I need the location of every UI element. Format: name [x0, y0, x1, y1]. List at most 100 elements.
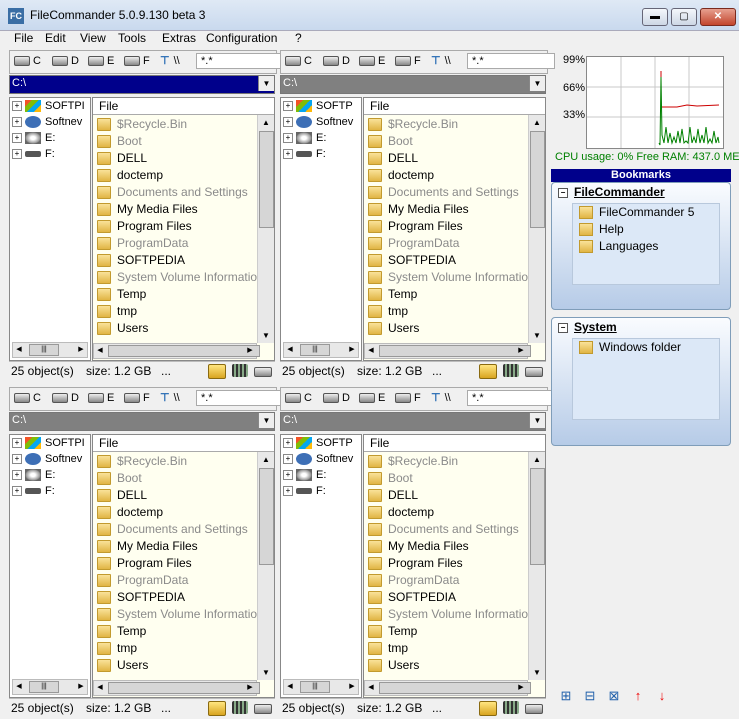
- file-row[interactable]: $Recycle.Bin: [368, 453, 458, 470]
- scroll-right-icon[interactable]: ▶: [75, 343, 87, 357]
- file-row[interactable]: SOFTPEDIA: [97, 589, 185, 606]
- drive-e-button[interactable]: E: [88, 391, 114, 405]
- file-row[interactable]: ProgramData: [368, 572, 459, 589]
- arrow-down-icon[interactable]: ↓: [654, 688, 670, 704]
- scroll-left-icon[interactable]: ◀: [284, 680, 296, 694]
- scroll-right-icon[interactable]: ▶: [244, 344, 256, 358]
- scroll-right-icon[interactable]: ▶: [515, 344, 527, 358]
- file-row[interactable]: Temp: [368, 286, 417, 303]
- folder-up-icon[interactable]: [208, 701, 226, 716]
- network-button[interactable]: ⊤ \\: [160, 391, 180, 405]
- tree-hscroll[interactable]: ◀ ||| ▶: [283, 342, 359, 358]
- file-row[interactable]: Program Files: [368, 218, 463, 235]
- drive-f-button[interactable]: F: [124, 391, 150, 405]
- scroll-thumb[interactable]: [379, 682, 531, 694]
- scroll-thumb[interactable]: |||: [29, 681, 59, 693]
- scroll-left-icon[interactable]: ◀: [94, 344, 106, 358]
- column-header-file[interactable]: File: [364, 98, 545, 115]
- memory-icon[interactable]: [503, 364, 519, 377]
- file-row[interactable]: doctemp: [368, 167, 434, 184]
- expand-icon[interactable]: +: [12, 117, 22, 128]
- tree-node[interactable]: + F:: [283, 146, 326, 162]
- expand-icon[interactable]: +: [12, 149, 22, 160]
- menu-view[interactable]: View: [80, 30, 106, 46]
- scroll-down-icon[interactable]: ▼: [258, 328, 274, 343]
- file-row[interactable]: SOFTPEDIA: [368, 589, 456, 606]
- tree-node[interactable]: + Softnev: [12, 114, 82, 130]
- drive-f-button[interactable]: F: [124, 54, 150, 68]
- tree-node[interactable]: + F:: [12, 146, 55, 162]
- drive-icon[interactable]: [254, 704, 272, 714]
- expand-icon[interactable]: +: [283, 133, 293, 144]
- arrow-up-icon[interactable]: ↑: [630, 688, 646, 704]
- file-row[interactable]: My Media Files: [368, 538, 469, 555]
- scroll-left-icon[interactable]: ◀: [284, 343, 296, 357]
- tree-node[interactable]: + Softnev: [12, 451, 82, 467]
- file-row[interactable]: Boot: [97, 470, 142, 487]
- file-row[interactable]: DELL: [368, 150, 418, 167]
- file-row[interactable]: Documents and Settings: [97, 521, 248, 538]
- scroll-down-icon[interactable]: ▼: [529, 665, 545, 680]
- scroll-thumb[interactable]: [259, 131, 274, 228]
- drive-icon[interactable]: [525, 704, 543, 714]
- file-row[interactable]: Program Files: [97, 218, 192, 235]
- scroll-left-icon[interactable]: ◀: [13, 343, 25, 357]
- add-bookmark-icon[interactable]: ⊞: [558, 688, 574, 704]
- file-row[interactable]: Documents and Settings: [368, 521, 519, 538]
- tree-hscroll[interactable]: ◀ ||| ▶: [283, 679, 359, 695]
- drive-c-button[interactable]: C: [285, 391, 312, 405]
- scroll-thumb[interactable]: [108, 682, 260, 694]
- scroll-thumb[interactable]: [530, 468, 545, 565]
- scroll-left-icon[interactable]: ◀: [365, 681, 377, 695]
- scroll-thumb[interactable]: [259, 468, 274, 565]
- scroll-right-icon[interactable]: ▶: [515, 681, 527, 695]
- expand-icon[interactable]: +: [283, 117, 293, 128]
- tree-node[interactable]: + E:: [12, 130, 55, 146]
- file-row[interactable]: $Recycle.Bin: [368, 116, 458, 133]
- tree-node[interactable]: + E:: [283, 130, 326, 146]
- drive-d-button[interactable]: D: [323, 54, 350, 68]
- file-list-hscroll[interactable]: ◀ ▶: [364, 343, 531, 359]
- delete-bookmark-icon[interactable]: ⊠: [606, 688, 622, 704]
- file-row[interactable]: doctemp: [368, 504, 434, 521]
- maximize-button[interactable]: ▢: [671, 8, 697, 26]
- path-combobox[interactable]: C:\ ▼: [280, 412, 546, 431]
- tree-node[interactable]: + F:: [12, 483, 55, 499]
- drive-d-button[interactable]: D: [323, 391, 350, 405]
- file-row[interactable]: DELL: [97, 150, 147, 167]
- column-header-file[interactable]: File: [93, 435, 274, 452]
- scroll-thumb[interactable]: [108, 345, 260, 357]
- tree-node[interactable]: + SOFTPI: [12, 98, 85, 114]
- column-header-file[interactable]: File: [93, 98, 274, 115]
- file-row[interactable]: Documents and Settings: [97, 184, 248, 201]
- scroll-right-icon[interactable]: ▶: [346, 680, 358, 694]
- file-row[interactable]: tmp: [368, 303, 408, 320]
- file-row[interactable]: Temp: [97, 286, 146, 303]
- drive-e-button[interactable]: E: [88, 54, 114, 68]
- tree-hscroll[interactable]: ◀ ||| ▶: [12, 679, 88, 695]
- file-list-vscroll[interactable]: ▲ ▼: [528, 115, 545, 343]
- collapse-icon[interactable]: −: [558, 322, 568, 333]
- network-button[interactable]: ⊤ \\: [160, 54, 180, 68]
- tree-node[interactable]: + F:: [283, 483, 326, 499]
- network-button[interactable]: ⊤ \\: [431, 391, 451, 405]
- scroll-up-icon[interactable]: ▲: [529, 115, 545, 130]
- file-row[interactable]: Program Files: [368, 555, 463, 572]
- file-row[interactable]: Users: [368, 657, 419, 674]
- folder-up-icon[interactable]: [208, 364, 226, 379]
- tree-node[interactable]: + E:: [283, 467, 326, 483]
- tree-node[interactable]: + E:: [12, 467, 55, 483]
- tree-node[interactable]: + SOFTP: [283, 435, 353, 451]
- menu-tools[interactable]: Tools: [118, 30, 146, 46]
- file-row[interactable]: doctemp: [97, 167, 163, 184]
- file-row[interactable]: doctemp: [97, 504, 163, 521]
- path-combobox[interactable]: C:\ ▼: [9, 75, 275, 94]
- tree-node[interactable]: + Softnev: [283, 451, 353, 467]
- file-row[interactable]: ProgramData: [368, 235, 459, 252]
- tree-node[interactable]: + SOFTP: [283, 98, 353, 114]
- path-combobox[interactable]: C:\ ▼: [280, 75, 546, 94]
- scroll-thumb[interactable]: [530, 131, 545, 228]
- add-group-icon[interactable]: ⊟: [582, 688, 598, 704]
- chevron-down-icon[interactable]: ▼: [258, 413, 274, 428]
- scroll-up-icon[interactable]: ▲: [529, 452, 545, 467]
